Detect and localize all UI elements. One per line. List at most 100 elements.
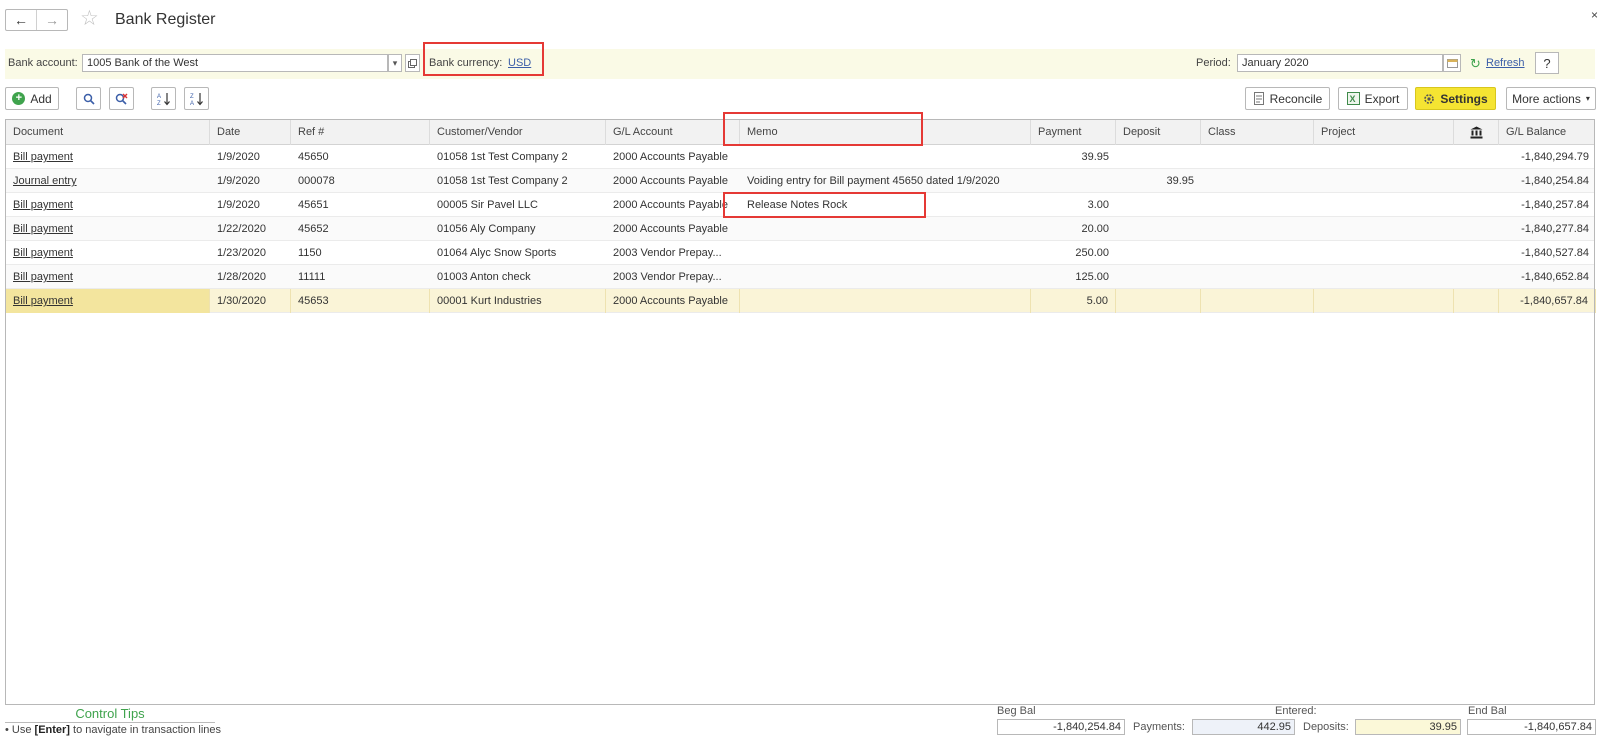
bank-account-field[interactable]: 1005 Bank of the West [82, 54, 388, 72]
export-icon: X [1346, 92, 1360, 105]
svg-text:Z: Z [157, 101, 161, 106]
table-row[interactable]: Bill payment 1/23/2020 1150 01064 Alyc S… [6, 241, 1594, 265]
beg-bal-label: Beg Bal [997, 705, 1036, 717]
reconcile-label: Reconcile [1269, 91, 1323, 106]
payment-cell: 250.00 [1075, 247, 1109, 259]
document-link[interactable]: Bill payment [6, 289, 210, 313]
document-link[interactable]: Journal entry [6, 169, 210, 193]
memo-cell[interactable] [740, 265, 1031, 289]
column-header-ref[interactable]: Ref # [291, 120, 430, 145]
end-bal-label: End Bal [1468, 705, 1507, 717]
column-header-customer-vendor[interactable]: Customer/Vendor [430, 120, 606, 145]
svg-text:X: X [1349, 94, 1355, 104]
gl-account-cell: 2000 Accounts Payable [613, 199, 728, 211]
open-icon[interactable] [405, 54, 420, 72]
vendor-cell: 01058 1st Test Company 2 [437, 151, 568, 163]
tip-prefix: • Use [5, 724, 35, 736]
add-button-label: Add [30, 91, 52, 106]
table-row[interactable]: Bill payment 1/9/2020 45651 00005 Sir Pa… [6, 193, 1594, 217]
find-button[interactable] [76, 87, 101, 110]
nav-buttons: ← → [5, 9, 68, 31]
project-cell [1314, 241, 1454, 265]
currency-link[interactable]: USD [508, 57, 531, 69]
period-field[interactable]: January 2020 [1237, 54, 1443, 72]
payment-cell [1031, 169, 1116, 193]
document-link[interactable]: Bill payment [6, 217, 210, 241]
table-row[interactable]: Bill payment 1/22/2020 45652 01056 Aly C… [6, 217, 1594, 241]
beg-bal-value: -1,840,254.84 [997, 719, 1125, 735]
settings-button[interactable]: Settings [1415, 87, 1496, 110]
filter-bar: Bank account: 1005 Bank of the West ▾ Ba… [5, 42, 1595, 79]
help-button[interactable]: ? [1535, 52, 1559, 74]
document-link[interactable]: Bill payment [6, 193, 210, 217]
settings-label: Settings [1440, 91, 1488, 106]
page-title: Bank Register [115, 11, 216, 28]
star-icon[interactable]: ☆ [80, 8, 99, 30]
gl-balance-cell: -1,840,527.84 [1521, 247, 1589, 259]
table-row[interactable]: Bill payment 1/30/2020 45653 00001 Kurt … [6, 289, 1596, 313]
date-cell: 1/23/2020 [217, 247, 266, 259]
bank-cell [1454, 145, 1499, 169]
column-header-bank[interactable] [1454, 120, 1499, 145]
memo-cell[interactable] [740, 289, 1031, 313]
refresh-link[interactable]: Refresh [1486, 57, 1525, 69]
document-link[interactable]: Bill payment [6, 241, 210, 265]
back-arrow-icon[interactable]: ← [6, 10, 36, 30]
project-cell [1314, 265, 1454, 289]
calendar-icon[interactable] [1443, 54, 1461, 72]
deposits-label: Deposits: [1303, 721, 1349, 733]
memo-cell[interactable] [740, 217, 1031, 241]
dropdown-arrow-icon[interactable]: ▾ [388, 54, 402, 72]
column-header-payment[interactable]: Payment [1031, 120, 1116, 145]
class-cell [1201, 241, 1314, 265]
column-header-date[interactable]: Date [210, 120, 291, 145]
payments-value: 442.95 [1192, 719, 1295, 735]
deposit-cell: 39.95 [1166, 175, 1194, 187]
forward-arrow-icon[interactable]: → [36, 10, 67, 30]
column-header-deposit[interactable]: Deposit [1116, 120, 1201, 145]
gl-balance-cell: -1,840,254.84 [1521, 175, 1589, 187]
vendor-cell: 01058 1st Test Company 2 [437, 175, 568, 187]
date-cell: 1/9/2020 [217, 199, 260, 211]
deposit-cell [1116, 241, 1201, 265]
plus-icon: + [12, 92, 26, 105]
bank-icon [1470, 126, 1482, 139]
close-icon[interactable]: × [1591, 8, 1598, 22]
column-header-gl-balance[interactable]: G/L Balance [1499, 120, 1596, 145]
more-actions-label: More actions [1512, 91, 1581, 106]
table-row[interactable]: Bill payment 1/9/2020 45650 01058 1st Te… [6, 145, 1594, 169]
refresh-icon[interactable]: ↻ [1470, 56, 1481, 72]
table-row[interactable]: Bill payment 1/28/2020 11111 01003 Anton… [6, 265, 1594, 289]
date-cell: 1/30/2020 [210, 289, 291, 313]
table-row[interactable]: Journal entry 1/9/2020 000078 01058 1st … [6, 169, 1594, 193]
export-button[interactable]: X Export [1338, 87, 1408, 110]
gl-account-cell: 2000 Accounts Payable [606, 289, 740, 313]
class-cell [1201, 193, 1314, 217]
clear-find-button[interactable] [109, 87, 134, 110]
tip-suffix: to navigate in transaction lines [69, 724, 222, 736]
gl-account-cell: 2000 Accounts Payable [613, 151, 728, 163]
reconcile-button[interactable]: Reconcile [1245, 87, 1330, 110]
add-button[interactable]: + Add [5, 87, 59, 110]
gl-account-cell: 2000 Accounts Payable [613, 223, 728, 235]
column-header-project[interactable]: Project [1314, 120, 1454, 145]
document-link[interactable]: Bill payment [6, 265, 210, 289]
sort-descending-button[interactable]: ZA [184, 87, 209, 110]
sort-ascending-button[interactable]: AZ [151, 87, 176, 110]
end-bal-value: -1,840,657.84 [1467, 719, 1596, 735]
project-cell [1314, 145, 1454, 169]
memo-cell[interactable]: Release Notes Rock [740, 193, 1031, 217]
column-header-gl-account[interactable]: G/L Account [606, 120, 740, 145]
column-header-document[interactable]: Document [6, 120, 210, 145]
memo-cell[interactable] [740, 241, 1031, 265]
payment-cell: 3.00 [1087, 199, 1109, 211]
more-actions-button[interactable]: More actions ▾ [1506, 87, 1596, 110]
memo-cell[interactable] [740, 145, 1031, 169]
control-tips-title: Control Tips [5, 706, 215, 723]
deposit-cell [1116, 217, 1201, 241]
sort-desc-icon: ZA [190, 92, 203, 106]
column-header-class[interactable]: Class [1201, 120, 1314, 145]
document-link[interactable]: Bill payment [6, 145, 210, 169]
column-header-memo[interactable]: Memo [740, 120, 1031, 145]
memo-cell[interactable]: Voiding entry for Bill payment 45650 dat… [740, 169, 1031, 193]
